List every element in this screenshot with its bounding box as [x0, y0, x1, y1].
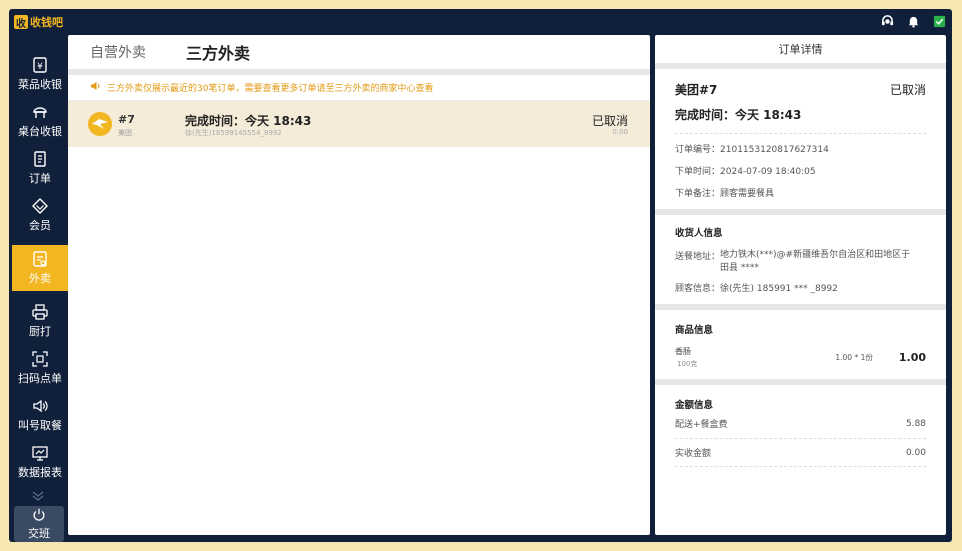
- table-icon: [33, 107, 47, 118]
- diamond-icon: [32, 198, 48, 214]
- top-bar: 收 收钱吧: [9, 9, 952, 35]
- order-detail-panel: 订单详情 美团#7 已取消 完成时间：今天 18:43 订单编号：2101153…: [655, 35, 946, 535]
- address-line: 送餐地址： 地力铁木(***)@#新疆维吾尔自治区和田地区于 田县 ****: [675, 249, 926, 275]
- goods-item: 香肠 100克 1.00 * 1份 1.00: [675, 346, 926, 369]
- sidebar-item-label: 外卖: [29, 272, 51, 285]
- order-note-value: 顾客需要餐具: [720, 189, 775, 199]
- shift-handover-button[interactable]: 交班: [14, 506, 64, 542]
- takeaway-tabs: 自营外卖 三方外卖: [68, 35, 650, 75]
- address-value: 地力铁木(***)@#新疆维吾尔自治区和田地区于 田县 ****: [720, 249, 910, 275]
- sidebar-item-table-checkout[interactable]: 桌台收银: [12, 98, 68, 144]
- scan-icon: [32, 351, 48, 367]
- expand-more-icon[interactable]: [30, 487, 46, 501]
- goods-price: 1.00: [898, 351, 926, 364]
- order-time-value: 2024-07-09 18:40:05: [720, 167, 816, 177]
- speaker-icon: [33, 399, 48, 413]
- address-line-2: 田县 ****: [720, 263, 759, 273]
- app-window: 收 收钱吧 ¥ 菜品收银 桌台收银 订单 会员 外卖 厨打 扫码点单 叫号取餐 …: [9, 9, 952, 542]
- sidebar-item-label: 叫号取餐: [18, 419, 62, 432]
- customer-label: 顾客信息：: [675, 284, 721, 294]
- logo-mark: 收: [14, 15, 28, 30]
- takeaway-icon: [33, 251, 47, 267]
- tab-self-takeaway[interactable]: 自营外卖: [68, 42, 168, 62]
- amount-title: 金额信息: [675, 400, 714, 411]
- order-number: #7: [118, 113, 135, 126]
- order-customer: 徐(先生)18599145554_8992: [185, 129, 282, 137]
- divider: [675, 466, 926, 467]
- actual-amount-value: 0.00: [905, 447, 926, 458]
- order-number-value: 2101153120817627314: [720, 145, 829, 155]
- sidebar-item-dish-checkout[interactable]: ¥ 菜品收银: [12, 51, 68, 97]
- order-status: 已取消: [591, 114, 628, 128]
- order-row[interactable]: #7 美团 完成时间：今天 18:43 徐(先生)18599145554_899…: [68, 101, 650, 147]
- divider: [675, 133, 926, 134]
- customer-line: 顾客信息：徐(先生) 185991 *** _8992: [675, 281, 926, 294]
- meituan-logo-icon: [88, 112, 112, 136]
- status-check-icon[interactable]: [932, 14, 946, 28]
- power-icon: [33, 508, 45, 521]
- goods-title: 商品信息: [675, 325, 714, 336]
- sidebar-item-orders[interactable]: 订单: [12, 145, 68, 191]
- svg-text:¥: ¥: [37, 62, 43, 72]
- receiver-section: 收货人信息 送餐地址： 地力铁木(***)@#新疆维吾尔自治区和田地区于 田县 *…: [655, 215, 946, 310]
- delivery-fee-row: 配送+餐盒费 5.88: [675, 417, 926, 438]
- order-note-line: 下单备注：顾客需要餐具: [675, 186, 926, 199]
- actual-amount-label: 实收金额: [675, 449, 712, 459]
- address-line-1: 地力铁木(***)@#新疆维吾尔自治区和田地区于: [720, 250, 911, 260]
- sidebar-item-members[interactable]: 会员: [12, 192, 68, 238]
- top-icons: [880, 14, 946, 28]
- sidebar-item-label: 扫码点单: [18, 372, 62, 385]
- delivery-fee-value: 5.88: [905, 418, 926, 429]
- amount-section: 金额信息 配送+餐盒费 5.88 实收金额 0.00: [655, 385, 946, 467]
- sidebar-item-label: 厨打: [29, 325, 51, 338]
- order-source: 美团: [118, 129, 132, 137]
- address-label: 送餐地址：: [675, 252, 721, 262]
- detail-complete-time: 完成时间：今天 18:43: [675, 108, 802, 122]
- sidebar-item-label: 桌台收银: [18, 125, 62, 138]
- detail-title: 美团#7: [675, 83, 718, 97]
- takeaway-list-panel: 自营外卖 三方外卖 三方外卖仅展示最近的30笔订单，需要查看更多订单请至三方外卖…: [68, 35, 650, 535]
- sidebar-item-scan-order[interactable]: 扫码点单: [12, 345, 68, 391]
- notice-text: 三方外卖仅展示最近的30笔订单，需要查看更多订单请至三方外卖的商家中心查看: [107, 84, 434, 94]
- sidebar-item-label: 订单: [29, 172, 51, 185]
- sidebar-item-label: 菜品收银: [18, 78, 62, 91]
- tab-third-party-takeaway[interactable]: 三方外卖: [168, 40, 268, 64]
- customer-value: 徐(先生) 185991 *** _8992: [720, 284, 838, 294]
- goods-name: 香肠: [675, 347, 691, 356]
- shift-label: 交班: [28, 527, 50, 540]
- detail-status: 已取消: [889, 83, 926, 97]
- app-logo: 收 收钱吧: [14, 14, 63, 30]
- customer-service-icon[interactable]: [880, 14, 894, 28]
- order-time-label: 下单时间：: [675, 167, 721, 177]
- sidebar-item-call-number[interactable]: 叫号取餐: [12, 392, 68, 438]
- sidebar: ¥ 菜品收银 桌台收银 订单 会员 外卖 厨打 扫码点单 叫号取餐 数据报表 交…: [9, 35, 68, 542]
- sidebar-item-kitchen-print[interactable]: 厨打: [12, 298, 68, 344]
- order-number-label: 订单编号：: [675, 145, 721, 155]
- goods-qty: 1.00 * 1份: [835, 353, 873, 362]
- order-note-label: 下单备注：: [675, 189, 721, 199]
- delivery-fee-label: 配送+餐盒费: [675, 420, 728, 430]
- sidebar-item-label: 数据报表: [18, 466, 62, 479]
- order-icon: [34, 151, 46, 167]
- report-icon: [32, 446, 48, 461]
- bell-icon[interactable]: [906, 14, 920, 28]
- app-name: 收钱吧: [30, 16, 63, 29]
- order-amount: 0.00: [612, 128, 628, 136]
- order-complete-time: 完成时间：今天 18:43: [185, 114, 312, 128]
- goods-spec: 100克: [677, 360, 698, 368]
- goods-section: 商品信息 香肠 100克 1.00 * 1份 1.00: [655, 310, 946, 385]
- sidebar-item-reports[interactable]: 数据报表: [12, 439, 68, 485]
- receiver-title: 收货人信息: [675, 228, 723, 239]
- actual-amount-row: 实收金额 0.00: [675, 439, 926, 460]
- detail-summary: 美团#7 已取消 完成时间：今天 18:43 订单编号：210115312081…: [655, 69, 946, 215]
- sidebar-item-label: 会员: [29, 219, 51, 232]
- order-time-line: 下单时间：2024-07-09 18:40:05: [675, 164, 926, 177]
- dish-checkout-icon: ¥: [33, 57, 47, 73]
- sidebar-item-takeaway[interactable]: 外卖: [12, 245, 68, 291]
- detail-header: 订单详情: [655, 35, 946, 69]
- order-number-line: 订单编号：2101153120817627314: [675, 142, 926, 155]
- printer-icon: [32, 304, 48, 320]
- notice-bar: 三方外卖仅展示最近的30笔订单，需要查看更多订单请至三方外卖的商家中心查看: [68, 75, 650, 101]
- megaphone-icon: [90, 81, 101, 94]
